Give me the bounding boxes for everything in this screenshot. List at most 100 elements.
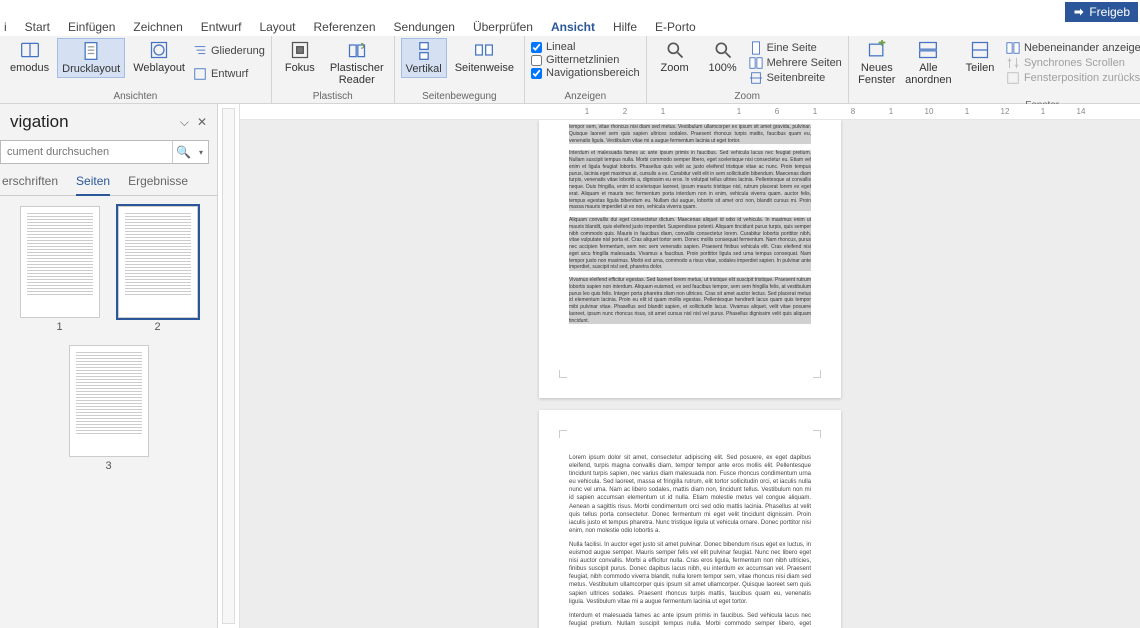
focus-button[interactable]: Fokus — [278, 38, 322, 76]
outline-icon — [193, 44, 207, 58]
ruler-checkbox[interactable]: Lineal — [531, 41, 640, 53]
side-by-side-icon — [1006, 41, 1020, 55]
ribbon-tabs: i Start Einfügen Zeichnen Entwurf Layout… — [0, 18, 1140, 36]
new-window-button[interactable]: NeuesFenster — [855, 38, 899, 88]
page-width-button[interactable]: Seitenbreite — [749, 71, 842, 85]
tab-review[interactable]: Überprüfen — [473, 20, 533, 34]
web-layout-button[interactable]: Weblayout — [129, 38, 189, 76]
paragraph[interactable]: Aliquam convallis dui eget consectetur d… — [569, 217, 811, 271]
search-icon[interactable]: 🔍 — [172, 141, 194, 163]
page-thumbnails: 1 2 3 — [0, 196, 217, 628]
reset-window-icon — [1006, 71, 1020, 85]
multi-page-icon — [749, 56, 763, 70]
book-icon — [20, 40, 40, 60]
group-views-label: Ansichten — [6, 91, 265, 103]
nav-tab-pages[interactable]: Seiten — [76, 170, 110, 196]
magnifier-icon — [665, 40, 685, 60]
thumbnail-page-2[interactable]: 2 — [118, 206, 198, 333]
tab-view[interactable]: Ansicht — [551, 20, 595, 34]
vertical-ruler[interactable] — [218, 104, 240, 628]
document-area[interactable]: tempor sem, vitae rhoncus nisi diam sed … — [240, 120, 1140, 628]
crop-mark — [559, 430, 567, 438]
document-page-2[interactable]: tempor sem, vitae rhoncus nisi diam sed … — [539, 120, 841, 398]
crop-mark — [813, 430, 821, 438]
crop-mark — [559, 370, 567, 378]
document-page-3[interactable]: Lorem ipsum dolor sit amet, consectetur … — [539, 410, 841, 628]
tab-insert[interactable]: Einfügen — [68, 20, 115, 34]
tab-start[interactable]: Start — [25, 20, 50, 34]
tab-draw[interactable]: Zeichnen — [133, 20, 182, 34]
draft-icon — [193, 67, 207, 81]
tab-help[interactable]: Hilfe — [613, 20, 637, 34]
paragraph[interactable]: tempor sem, vitae rhoncus nisi diam sed … — [569, 124, 811, 144]
tab-references[interactable]: Referenzen — [313, 20, 375, 34]
group-window: NeuesFenster Alleanordnen Teilen Nebenei… — [849, 36, 1140, 103]
read-mode-button[interactable]: emodus — [6, 38, 53, 76]
group-immersive: Fokus PlastischerReader Plastisch — [272, 36, 395, 103]
search-dropdown-icon[interactable]: ▾ — [194, 148, 208, 157]
navpane-checkbox[interactable]: Navigationsbereich — [531, 67, 640, 79]
paragraph[interactable]: Interdum et malesuada fames ac ante ipsu… — [569, 612, 811, 628]
tab-design[interactable]: Entwurf — [201, 20, 242, 34]
group-pagemove: Vertikal Seitenweise Seitenbewegung — [395, 36, 525, 103]
group-show-label: Anzeigen — [531, 91, 640, 103]
tab-eporto[interactable]: E-Porto — [655, 20, 696, 34]
outline-button[interactable]: Gliederung — [193, 44, 265, 58]
tab-layout[interactable]: Layout — [259, 20, 295, 34]
ruler-checkbox-input[interactable] — [531, 42, 542, 53]
paragraph[interactable]: Vivamus eleifend efficitur egestas. Sed … — [569, 277, 811, 324]
ribbon: emodus Drucklayout Weblayout Gliederung … — [0, 36, 1140, 104]
paragraph[interactable]: Nulla facilisi. In auctor eget justo sit… — [569, 541, 811, 606]
sync-scroll-icon — [1006, 56, 1020, 70]
group-zoom: Zoom 100% Eine Seite Mehrere Seiten Seit… — [647, 36, 849, 103]
nav-dropdown-icon[interactable]: ⌵ — [180, 115, 189, 130]
globe-icon — [149, 40, 169, 60]
thumbnail-label: 1 — [56, 321, 62, 333]
one-page-button[interactable]: Eine Seite — [749, 41, 842, 55]
new-window-icon — [867, 40, 887, 60]
page-width-icon — [749, 71, 763, 85]
reader-icon — [347, 40, 367, 60]
side-by-side-button[interactable]: Nebeneinander anzeigen — [1006, 41, 1140, 55]
crop-mark — [813, 370, 821, 378]
share-label: Freigeb — [1089, 5, 1130, 19]
paragraph[interactable]: Lorem ipsum dolor sit amet, consectetur … — [569, 454, 811, 535]
one-page-icon — [749, 41, 763, 55]
gridlines-checkbox[interactable]: Gitternetzlinien — [531, 54, 640, 66]
navigation-title: vigation — [10, 112, 69, 132]
split-button[interactable]: Teilen — [958, 38, 1002, 76]
gridlines-checkbox-input[interactable] — [531, 55, 542, 66]
thumbnail-page-3[interactable]: 3 — [69, 345, 149, 472]
split-icon — [970, 40, 990, 60]
nav-tab-results[interactable]: Ergebnisse — [128, 170, 188, 195]
sync-scroll-button: Synchrones Scrollen — [1006, 56, 1140, 70]
arrange-all-button[interactable]: Alleanordnen — [903, 38, 954, 88]
group-immersive-label: Plastisch — [278, 91, 388, 103]
tab-mailings[interactable]: Sendungen — [394, 20, 455, 34]
draft-button[interactable]: Entwurf — [193, 67, 265, 81]
print-layout-button[interactable]: Drucklayout — [57, 38, 125, 78]
group-pagemove-label: Seitenbewegung — [401, 91, 518, 103]
paragraph[interactable]: Interdum et malesuada fames ac ante ipsu… — [569, 150, 811, 211]
nav-tab-headings[interactable]: erschriften — [2, 170, 58, 195]
focus-icon — [290, 40, 310, 60]
navpane-checkbox-input[interactable] — [531, 68, 542, 79]
search-input[interactable] — [1, 146, 172, 158]
tab-file[interactable]: i — [4, 20, 7, 34]
side-to-side-button[interactable]: Seitenweise — [451, 38, 518, 76]
arrange-icon — [918, 40, 938, 60]
group-show: Lineal Gitternetzlinien Navigationsberei… — [525, 36, 647, 103]
thumbnail-page-1[interactable]: 1 — [20, 206, 100, 333]
navigation-search[interactable]: 🔍 ▾ — [0, 140, 209, 164]
horizontal-ruler[interactable]: 1211618110112114 — [240, 104, 1140, 120]
zoom-button[interactable]: Zoom — [653, 38, 697, 76]
horizontal-icon — [474, 40, 494, 60]
nav-close-icon[interactable]: ✕ — [197, 115, 207, 130]
zoom-100-button[interactable]: 100% — [701, 38, 745, 76]
group-views: emodus Drucklayout Weblayout Gliederung … — [0, 36, 272, 103]
multi-page-button[interactable]: Mehrere Seiten — [749, 56, 842, 70]
vertical-button[interactable]: Vertikal — [401, 38, 447, 78]
immersive-reader-button[interactable]: PlastischerReader — [326, 38, 388, 88]
thumbnail-label: 3 — [105, 460, 111, 472]
navigation-tabs: erschriften Seiten Ergebnisse — [0, 170, 217, 196]
